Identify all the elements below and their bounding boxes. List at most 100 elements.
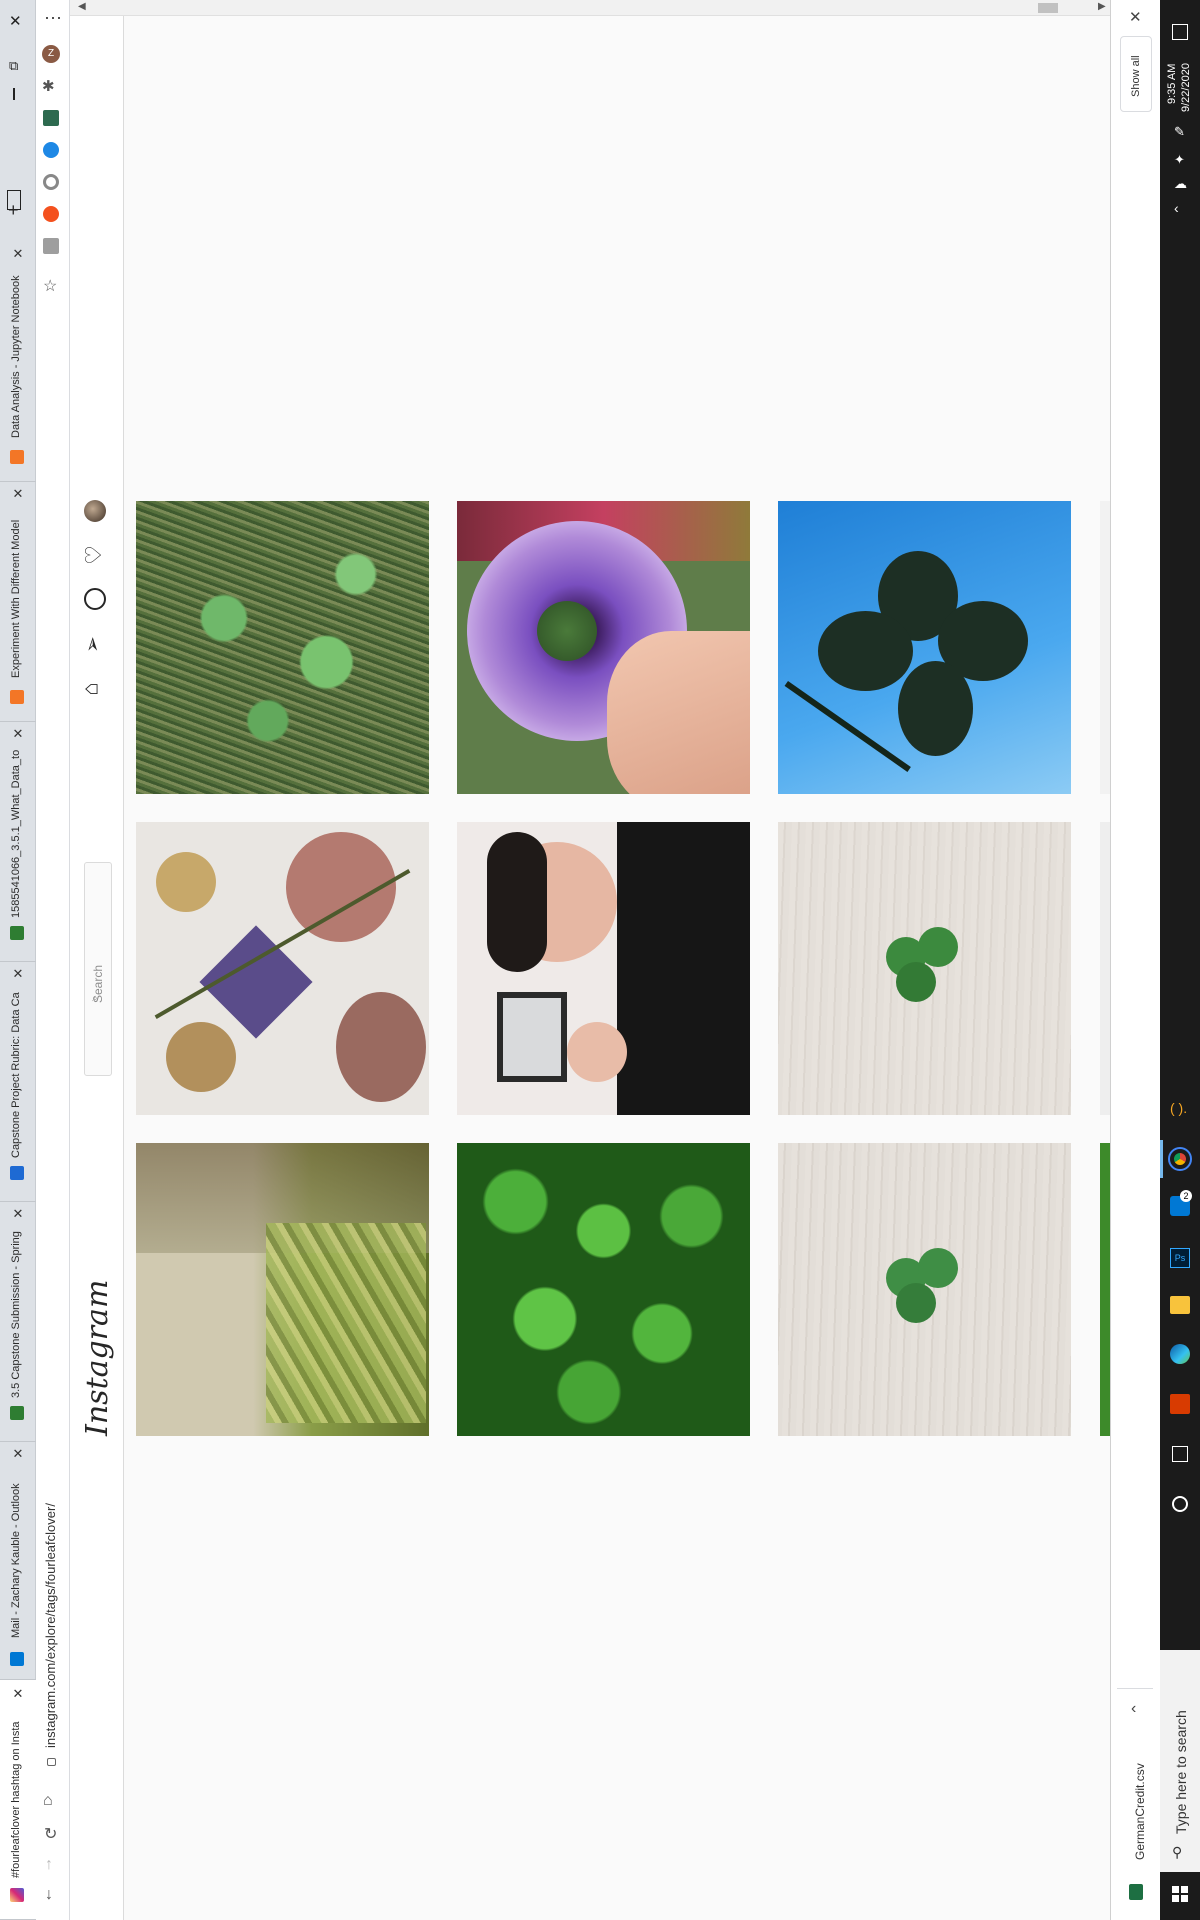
window-close-button[interactable]: ✕ <box>9 12 22 30</box>
tab-experiment[interactable]: Experiment With Different Model ✕ <box>0 482 36 722</box>
cortana-icon[interactable] <box>1172 1496 1188 1512</box>
tab-data-analysis[interactable]: Data Analysis - Jupyter Notebook ✕ <box>0 242 36 482</box>
edge-icon[interactable] <box>1170 1344 1190 1364</box>
tab-label: Data Analysis - Jupyter Notebook <box>10 275 22 438</box>
post-thumbnail[interactable] <box>778 1143 1071 1436</box>
post-thumbnail[interactable] <box>136 1143 429 1436</box>
extension-icon[interactable] <box>43 174 59 190</box>
tab-label: 1585541066_3.5.1_What_Data_to <box>10 749 22 918</box>
tab-outlook[interactable]: Mail - Zachary Kauble - Outlook ✕ <box>0 1442 36 1680</box>
instagram-nav: ♡ ➢ ⌂ Search ⌕ Instagram <box>70 0 124 1920</box>
tab-what-data[interactable]: 1585541066_3.5.1_What_Data_to ✕ <box>0 722 36 962</box>
taskbar-date[interactable]: 9/22/2020 <box>1180 63 1192 112</box>
bookmark-star-icon[interactable]: ☆ <box>43 276 57 296</box>
scroll-left-arrow[interactable]: ◀ <box>78 1 86 12</box>
file-explorer-icon[interactable] <box>1170 1296 1190 1314</box>
post-thumbnail[interactable] <box>778 501 1071 794</box>
mail-badge: 2 <box>1180 1190 1192 1202</box>
reload-icon[interactable]: ↻ <box>44 1824 57 1844</box>
horizontal-scrollbar[interactable]: ◀ ▶ <box>70 0 1110 16</box>
profile-avatar-icon[interactable]: Z <box>42 45 60 63</box>
csv-file-icon <box>1129 1884 1143 1900</box>
lock-icon <box>47 1758 56 1766</box>
canvas-favicon <box>10 1406 24 1420</box>
download-item-divider <box>1117 1688 1153 1689</box>
photoshop-icon[interactable]: Ps <box>1170 1248 1190 1268</box>
home-icon[interactable]: ⌂ <box>78 682 104 695</box>
tab-close-icon[interactable]: ✕ <box>10 726 26 742</box>
dropbox-icon[interactable]: ✦ <box>1174 152 1185 168</box>
scroll-thumb[interactable] <box>1038 3 1058 13</box>
instagram-profile-avatar[interactable] <box>84 500 106 522</box>
action-center-icon[interactable] <box>1172 24 1188 40</box>
taskbar-time[interactable]: 9:35 AM <box>1166 64 1178 104</box>
search-icon: ⚲ <box>1172 1844 1183 1860</box>
post-thumbnail[interactable] <box>778 822 1071 1115</box>
download-bar: ✕ Show all ‹ GermanCredit.csv <box>1110 0 1160 1920</box>
chrome-icon[interactable] <box>1168 1147 1192 1171</box>
instagram-favicon <box>10 1888 24 1902</box>
window-minimize-button[interactable] <box>13 88 15 100</box>
tab-label: Mail - Zachary Kauble - Outlook <box>10 1483 22 1638</box>
post-thumbnail-partial[interactable] <box>1100 1143 1110 1436</box>
tab-capstone-rubric[interactable]: Capstone Project Rubric: Data Ca ✕ <box>0 962 36 1202</box>
download-chevron-icon[interactable]: ‹ <box>1131 1700 1136 1718</box>
tab-close-icon[interactable]: ✕ <box>10 486 26 502</box>
post-thumbnail-partial[interactable] <box>1100 822 1110 1115</box>
home-icon[interactable]: ⌂ <box>43 1792 53 1810</box>
tab-label: Capstone Project Rubric: Data Ca <box>10 992 22 1158</box>
tab-close-icon[interactable]: ✕ <box>10 1686 26 1702</box>
extension-icon[interactable] <box>43 110 59 126</box>
network-icon[interactable]: ✎ <box>1174 124 1185 140</box>
browser-tab-strip: ✕ ⧉ + #fourleafclover hashtag on Insta ✕… <box>0 0 36 1920</box>
show-all-label: Show all <box>1130 55 1142 97</box>
tab-close-icon[interactable]: ✕ <box>10 1446 26 1462</box>
tab-label: 3.5 Capstone Submission - Spring <box>10 1231 22 1398</box>
office-icon[interactable] <box>1170 1394 1190 1414</box>
extension-icon[interactable] <box>43 142 59 158</box>
instagram-logo[interactable]: Instagram <box>80 1280 115 1436</box>
direct-send-icon[interactable]: ➢ <box>80 636 105 653</box>
post-thumbnail[interactable] <box>136 822 429 1115</box>
tab-close-icon[interactable]: ✕ <box>10 246 26 262</box>
new-tab-button[interactable]: + <box>8 200 19 221</box>
tab-close-icon[interactable]: ✕ <box>10 1206 26 1222</box>
back-icon[interactable]: ↓ <box>45 1886 53 1904</box>
taskbar-search-placeholder: Type here to search <box>1173 1710 1189 1834</box>
scroll-right-arrow[interactable]: ▶ <box>1098 1 1106 12</box>
show-hidden-icons-chevron[interactable]: ‹ <box>1174 200 1179 216</box>
post-thumbnail[interactable] <box>457 1143 750 1436</box>
forward-icon[interactable]: ↑ <box>45 1856 53 1874</box>
extension-icon[interactable] <box>43 238 59 254</box>
tab-label: Experiment With Different Model <box>10 519 22 678</box>
download-file-name[interactable]: GermanCredit.csv <box>1133 1763 1147 1860</box>
address-bar[interactable]: instagram.com/explore/tags/fourleafclove… <box>43 1503 58 1748</box>
windows-taskbar: 9:35 AM 9/22/2020 ✎ ✦ ☁ ‹ ( ). 2 Ps Type… <box>1160 0 1200 1920</box>
rubric-favicon <box>10 1166 24 1180</box>
download-bar-close-button[interactable]: ✕ <box>1129 8 1142 26</box>
outlook-favicon <box>10 1652 24 1666</box>
menu-button[interactable]: ⋯ <box>44 8 62 29</box>
tab-capstone-submission[interactable]: 3.5 Capstone Submission - Spring ✕ <box>0 1202 36 1442</box>
post-thumbnail[interactable] <box>457 501 750 794</box>
extension-icon[interactable] <box>43 206 59 222</box>
post-thumbnail-partial[interactable] <box>1100 501 1110 794</box>
activity-heart-icon[interactable]: ♡ <box>81 545 107 565</box>
jupyter-favicon <box>10 690 24 704</box>
task-view-icon[interactable] <box>1172 1446 1188 1462</box>
bracket-app-icon[interactable]: ( ). <box>1170 1100 1187 1116</box>
onedrive-icon[interactable]: ☁ <box>1174 176 1187 192</box>
post-thumbnail[interactable] <box>136 501 429 794</box>
explore-compass-icon[interactable] <box>84 588 106 610</box>
show-all-button[interactable]: Show all <box>1120 36 1152 112</box>
tab-close-icon[interactable]: ✕ <box>10 966 26 982</box>
tab-instagram[interactable]: #fourleafclover hashtag on Insta ✕ <box>0 1680 36 1920</box>
extensions-puzzle-icon[interactable]: ✱ <box>42 77 60 95</box>
search-input[interactable]: Search ⌕ <box>84 862 112 1076</box>
taskbar-search-box[interactable]: Type here to search ⚲ <box>1160 1650 1200 1872</box>
search-icon: ⌕ <box>92 993 98 1004</box>
window-restore-button[interactable]: ⧉ <box>9 58 18 74</box>
start-windows-icon[interactable] <box>1172 1886 1188 1902</box>
browser-toolbar: ⋯ Z ✱ ☆ instagram.com/explore/tags/fourl… <box>36 0 70 1920</box>
post-thumbnail[interactable] <box>457 822 750 1115</box>
